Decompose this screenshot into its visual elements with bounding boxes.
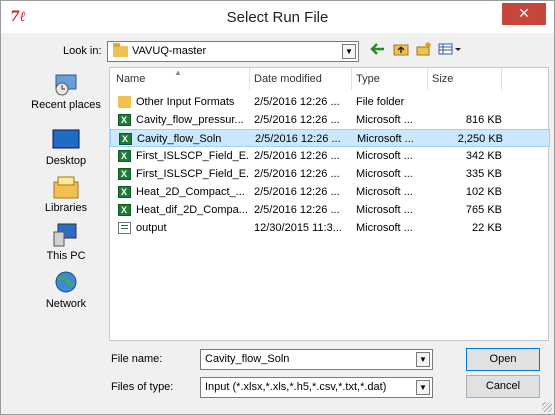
file-name-label: File name: — [111, 353, 163, 365]
file-size-cell: 816 KB — [465, 114, 502, 126]
column-header-type[interactable]: Type — [352, 68, 428, 90]
place-label: This PC — [46, 250, 86, 262]
file-size-cell: 2,250 KB — [457, 133, 503, 145]
desktop-icon — [52, 127, 80, 153]
look-in-value: VAVUQ-master — [132, 45, 207, 57]
new-folder-icon[interactable] — [414, 41, 434, 61]
close-button[interactable]: ✕ — [502, 3, 546, 25]
file-type-cell: Microsoft ... — [356, 204, 413, 216]
file-date-cell: 2/5/2016 12:26 ... — [254, 96, 340, 108]
excel-file-icon — [118, 184, 131, 200]
view-menu-icon[interactable] — [437, 41, 463, 61]
file-name-cell: Heat_dif_2D_Compa... — [136, 204, 248, 216]
place-recent-places[interactable]: Recent places — [23, 71, 109, 111]
file-date-cell: 2/5/2016 12:26 ... — [255, 133, 341, 145]
libraries-icon — [52, 174, 80, 200]
file-list[interactable]: Name ▲ Date modified Type Size Other Inp… — [109, 67, 550, 341]
place-label: Network — [45, 298, 87, 310]
file-size-cell: 102 KB — [465, 186, 502, 198]
recent-places-icon — [52, 71, 80, 97]
file-date-cell: 2/5/2016 12:26 ... — [254, 114, 340, 126]
window-title: Select Run File — [226, 9, 329, 26]
file-name-cell: First_ISLSCP_Field_E... — [136, 168, 248, 180]
file-row[interactable]: Heat_2D_Compact_... 2/5/2016 12:26 ... Mic… — [110, 183, 550, 201]
place-this-pc[interactable]: This PC — [23, 222, 109, 262]
column-header-date[interactable]: Date modified — [250, 68, 352, 90]
files-of-type-label: Files of type: — [111, 381, 174, 393]
files-of-type-dropdown[interactable]: Input (*.xlsx,*.xls,*.h5,*.csv,*.txt,*.d… — [200, 377, 433, 398]
file-row[interactable]: Heat_dif_2D_Compa... 2/5/2016 12:26 ... Mi… — [110, 201, 550, 219]
place-label: Desktop — [45, 155, 87, 167]
chevron-down-icon[interactable]: ▼ — [416, 380, 430, 395]
file-row[interactable]: Other Input Formats 2/5/2016 12:26 ... Fil… — [110, 93, 550, 111]
place-label: Libraries — [44, 202, 88, 214]
file-size-cell: 22 KB — [472, 222, 502, 234]
file-row[interactable]: First_ISLSCP_Field_E... 2/5/2016 12:26 ..… — [110, 165, 550, 183]
file-type-cell: Microsoft ... — [356, 186, 413, 198]
file-size-cell: 765 KB — [465, 204, 502, 216]
excel-file-icon — [118, 148, 131, 164]
title-bar[interactable]: 7ℓ Select Run File ✕ — [1, 1, 554, 33]
place-network[interactable]: Network — [23, 270, 109, 310]
place-label: Recent places — [31, 99, 101, 111]
sort-arrow-icon: ▲ — [174, 68, 182, 77]
dialog-window: 7ℓ Select Run File ✕ Look in: VAVUQ-mast… — [0, 0, 555, 415]
network-icon — [52, 270, 80, 296]
cancel-button[interactable]: Cancel — [466, 375, 540, 398]
file-date-cell: 2/5/2016 12:26 ... — [254, 168, 340, 180]
file-date-cell: 2/5/2016 12:26 ... — [254, 150, 340, 162]
file-type-cell: Microsoft ... — [356, 168, 413, 180]
place-libraries[interactable]: Libraries — [23, 174, 109, 214]
resize-grip[interactable] — [542, 402, 552, 412]
look-in-dropdown[interactable]: VAVUQ-master ▼ — [107, 41, 359, 62]
file-row[interactable]: Cavity_flow_Soln 2/5/2016 12:26 ... Micros… — [110, 129, 550, 147]
file-type-cell: Microsoft ... — [357, 133, 414, 145]
file-type-cell: File folder — [356, 96, 405, 108]
open-button[interactable]: Open — [466, 348, 540, 371]
excel-file-icon — [119, 131, 132, 147]
file-name-input[interactable]: Cavity_flow_Soln — [205, 353, 289, 365]
file-name-cell: output — [136, 222, 167, 234]
file-row[interactable]: Cavity_flow_pressur... 2/5/2016 12:26 ...… — [110, 111, 550, 129]
file-date-cell: 2/5/2016 12:26 ... — [254, 186, 340, 198]
file-name-cell: Cavity_flow_pressur... — [136, 114, 244, 126]
file-date-cell: 12/30/2015 11:3... — [254, 222, 342, 234]
file-name-cell: Other Input Formats — [136, 96, 235, 108]
file-name-cell: Cavity_flow_Soln — [137, 133, 222, 145]
file-row[interactable]: output 12/30/2015 11:3... Microsoft ... 22 … — [110, 219, 550, 237]
this-pc-icon — [52, 222, 80, 248]
file-row[interactable]: First_ISLSCP_Field_E... 2/5/2016 12:26 ..… — [110, 147, 550, 165]
file-name-combo[interactable]: Cavity_flow_Soln ▼ — [200, 349, 433, 370]
file-size-cell: 342 KB — [465, 150, 502, 162]
file-name-cell: Heat_2D_Compact_... — [136, 186, 245, 198]
column-header-name[interactable]: Name ▲ — [110, 68, 250, 90]
folder-icon — [118, 96, 131, 108]
column-header-size[interactable]: Size — [428, 68, 502, 90]
text-file-icon — [118, 222, 131, 234]
close-icon: ✕ — [518, 5, 530, 21]
excel-file-icon — [118, 112, 131, 128]
file-type-cell: Microsoft ... — [356, 150, 413, 162]
file-type-cell: Microsoft ... — [356, 114, 413, 126]
chevron-down-icon[interactable]: ▼ — [342, 44, 356, 59]
file-name-cell: First_ISLSCP_Field_E... — [136, 150, 248, 162]
excel-file-icon — [118, 202, 131, 218]
back-arrow-icon[interactable] — [368, 41, 388, 61]
place-desktop[interactable]: Desktop — [23, 127, 109, 167]
files-of-type-value: Input (*.xlsx,*.xls,*.h5,*.csv,*.txt,*.d… — [205, 381, 387, 393]
places-bar: Recent places Desktop Libraries This PC … — [23, 67, 109, 339]
look-in-label: Look in: — [63, 45, 102, 57]
excel-file-icon — [118, 166, 131, 182]
file-size-cell: 335 KB — [465, 168, 502, 180]
up-folder-icon[interactable] — [391, 41, 411, 61]
chevron-down-icon[interactable]: ▼ — [416, 352, 430, 367]
file-date-cell: 2/5/2016 12:26 ... — [254, 204, 340, 216]
folder-icon — [113, 43, 128, 57]
file-type-cell: Microsoft ... — [356, 222, 413, 234]
